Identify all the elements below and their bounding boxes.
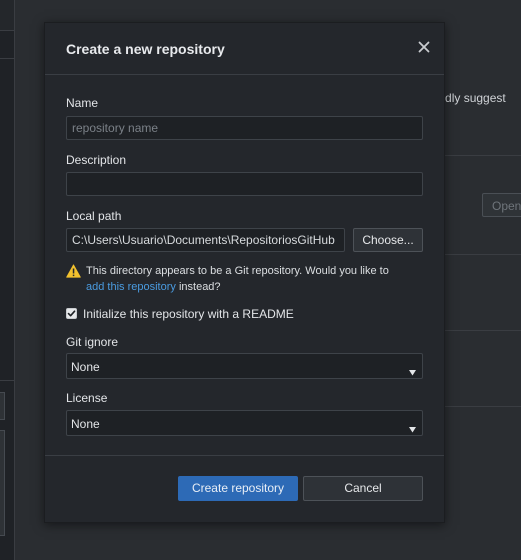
local-path-input[interactable] xyxy=(66,228,345,252)
background-divider xyxy=(0,380,14,381)
readme-checkbox[interactable] xyxy=(66,308,77,319)
background-main xyxy=(443,0,521,560)
warning-icon xyxy=(66,264,81,283)
background-divider xyxy=(443,406,521,407)
git-ignore-value: None xyxy=(71,360,100,374)
background-sidebar-header xyxy=(0,0,14,31)
background-sidebar-panel xyxy=(0,430,5,536)
background-divider xyxy=(443,155,521,156)
git-ignore-select[interactable]: None xyxy=(66,353,423,379)
git-ignore-label: Git ignore xyxy=(66,335,119,349)
description-label: Description xyxy=(66,153,127,167)
dropdown-arrow-icon xyxy=(409,363,416,381)
close-icon[interactable] xyxy=(416,39,432,55)
name-label: Name xyxy=(66,96,99,110)
license-label: License xyxy=(66,391,108,405)
warning-message: This directory appears to be a Git repos… xyxy=(86,263,416,295)
background-sidebar xyxy=(0,0,15,560)
create-repository-button[interactable]: Create repository xyxy=(178,476,298,501)
dropdown-arrow-icon xyxy=(409,420,416,438)
local-path-label: Local path xyxy=(66,209,122,223)
background-divider xyxy=(443,254,521,255)
background-sidebar-control xyxy=(0,392,5,420)
name-input[interactable] xyxy=(66,116,423,140)
create-repository-dialog: Create a new repository Name Description… xyxy=(44,22,445,523)
add-repository-link[interactable]: add this repository xyxy=(86,281,176,293)
dialog-header: Create a new repository xyxy=(45,23,444,75)
choose-button[interactable]: Choose... xyxy=(353,228,423,252)
dialog-footer-divider xyxy=(45,455,444,456)
cancel-button[interactable]: Cancel xyxy=(303,476,423,501)
dialog-title: Create a new repository xyxy=(66,41,225,57)
warning-text-after: instead? xyxy=(178,281,221,293)
license-value: None xyxy=(71,417,100,431)
description-input[interactable] xyxy=(66,172,423,196)
background-divider xyxy=(443,330,521,331)
background-open-button: Open xyxy=(482,193,521,217)
readme-checkbox-label: Initialize this repository with a README xyxy=(83,307,294,321)
warning-text-before: This directory appears to be a Git repos… xyxy=(86,265,389,277)
license-select[interactable]: None xyxy=(66,410,423,436)
background-divider xyxy=(0,58,14,59)
